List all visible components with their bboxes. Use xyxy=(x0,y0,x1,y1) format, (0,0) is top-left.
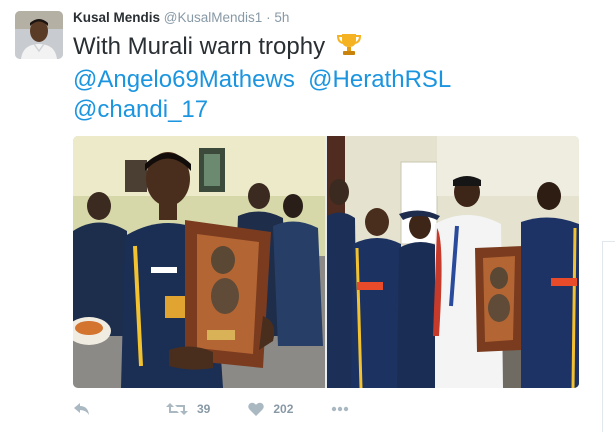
trophy-icon xyxy=(336,31,362,65)
more-icon xyxy=(331,406,349,412)
tweet-text-line-3: @chandi_17 xyxy=(73,95,583,125)
retweet-button[interactable]: 39 xyxy=(166,402,210,416)
like-button[interactable]: 202 xyxy=(248,402,293,416)
author-name[interactable]: Kusal Mendis xyxy=(73,10,160,25)
tweet-actions: 39 202 xyxy=(73,398,349,420)
media-grid xyxy=(73,136,579,388)
reply-button[interactable] xyxy=(73,402,93,416)
reply-icon xyxy=(73,402,91,416)
tweet-text-content: With Murali warn trophy xyxy=(73,33,326,60)
tweet-timestamp[interactable]: 5h xyxy=(274,10,289,25)
more-button[interactable] xyxy=(331,406,349,412)
heart-icon xyxy=(248,402,265,416)
like-count: 202 xyxy=(273,402,294,416)
photo-player-with-trophy[interactable] xyxy=(73,136,325,388)
tweet-text: With Murali warn trophy @Angelo69Mathews… xyxy=(73,31,583,125)
tweet-text-line-1: With Murali warn trophy xyxy=(73,31,583,65)
retweet-icon xyxy=(166,402,188,416)
tweet-card: Kusal Mendis @KusalMendis1 · 5h With Mur… xyxy=(0,0,600,431)
adjacent-panel-edge xyxy=(602,241,615,432)
tweet-header: Kusal Mendis @KusalMendis1 · 5h xyxy=(73,10,289,25)
tweet-text-line-2: @Angelo69Mathews @HerathRSL xyxy=(73,65,583,95)
avatar-image xyxy=(15,11,63,59)
mention-link-herathrsl[interactable]: @HerathRSL xyxy=(308,66,451,93)
photo-team-group[interactable] xyxy=(327,136,579,388)
meta-separator: · xyxy=(266,10,271,25)
retweet-count: 39 xyxy=(197,402,211,416)
avatar[interactable] xyxy=(15,11,63,59)
mention-link-angelo69mathews[interactable]: @Angelo69Mathews xyxy=(73,66,295,93)
author-handle[interactable]: @KusalMendis1 xyxy=(164,10,263,25)
mention-link-chandi-17[interactable]: @chandi_17 xyxy=(73,96,208,123)
